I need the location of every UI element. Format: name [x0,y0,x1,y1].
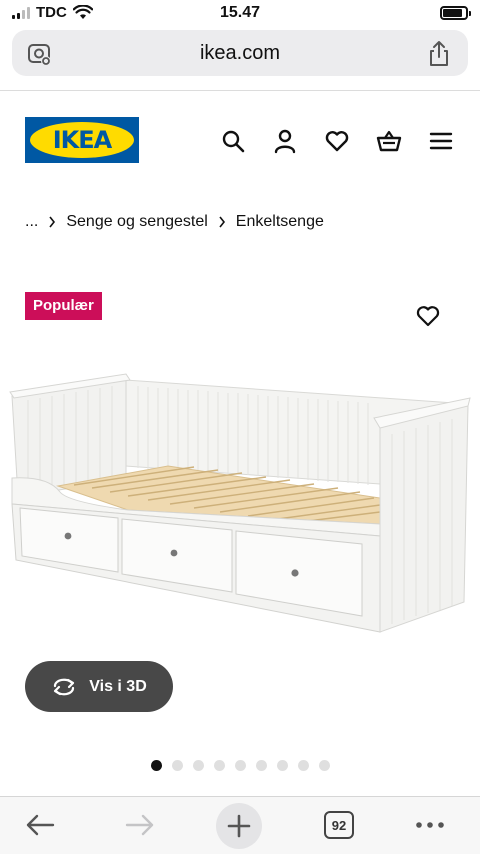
pagination-dot[interactable] [276,760,288,771]
pagination-dot[interactable] [234,760,246,771]
clock: 15.47 [219,4,261,21]
pagination-dot[interactable] [213,760,225,771]
status-bar: TDC 15.47 [0,0,480,28]
pagination-dot[interactable] [297,760,309,771]
back-button[interactable] [20,805,60,845]
add-to-wishlist-heart-icon[interactable] [415,303,441,329]
header-actions [220,128,454,154]
logo-text: IKEA [52,126,112,154]
more-icon [416,822,444,828]
image-pagination [0,760,480,771]
tabs-icon: 92 [324,811,354,839]
more-button[interactable] [410,805,450,845]
battery-icon [440,6,471,20]
forward-arrow-icon [125,814,154,836]
back-arrow-icon [26,814,55,836]
rotate-3d-icon [54,678,75,695]
divider [0,90,480,91]
forward-button[interactable] [120,805,160,845]
ikea-logo[interactable]: IKEA [25,117,139,163]
pagination-dot[interactable] [318,760,330,771]
breadcrumb-ellipsis[interactable]: ... [25,213,38,231]
pagination-dot[interactable] [192,760,204,771]
popular-badge: Populær [25,292,102,320]
view-in-3d-button[interactable]: Vis i 3D [25,661,173,712]
browser-toolbar: 92 [0,796,480,854]
view-in-3d-label: Vis i 3D [89,677,147,695]
product-image[interactable] [8,370,472,640]
battery-fill [443,9,462,17]
profile-icon[interactable] [272,128,298,154]
search-icon[interactable] [220,128,246,154]
new-tab-button[interactable] [216,803,262,849]
url-text[interactable]: ikea.com [12,42,468,65]
pagination-dot[interactable] [171,760,183,771]
heart-icon[interactable] [324,128,350,154]
chevron-right-icon [219,216,225,228]
breadcrumb-item-single-beds[interactable]: Enkeltsenge [236,213,324,231]
pagination-dot[interactable] [255,760,267,771]
basket-icon[interactable] [376,128,402,154]
tabs-button[interactable]: 92 [322,805,356,845]
pagination-dot[interactable] [150,760,162,771]
breadcrumb-item-beds[interactable]: Senge og sengestel [66,213,207,231]
breadcrumb: ... Senge og sengestel Enkeltsenge [25,213,324,231]
menu-icon[interactable] [428,128,454,154]
address-bar[interactable]: ikea.com [12,30,468,76]
chevron-right-icon [49,216,56,228]
share-icon[interactable] [426,40,452,68]
plus-icon [227,814,251,838]
